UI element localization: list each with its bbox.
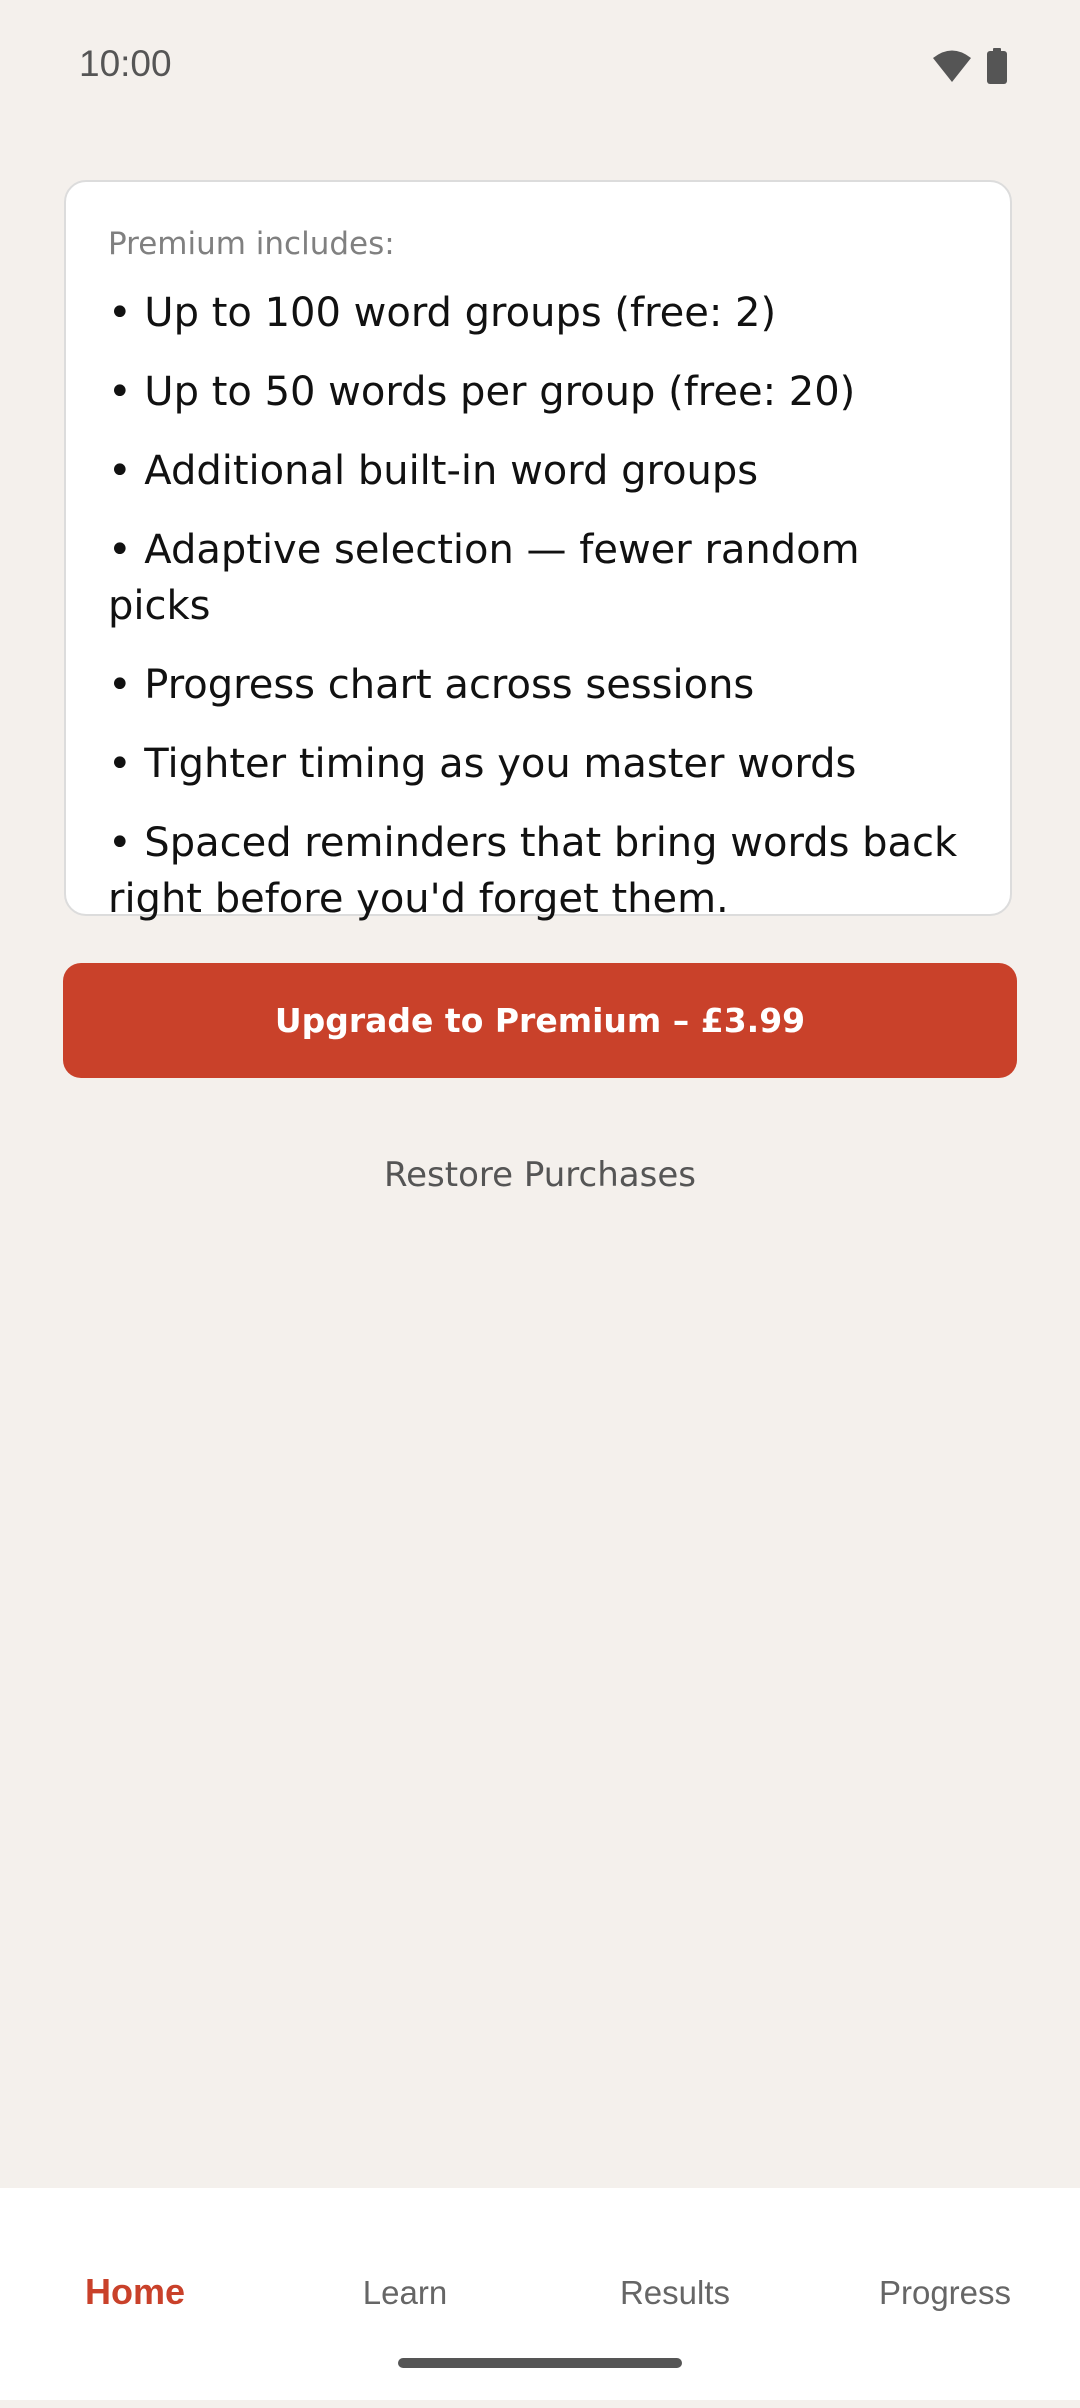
battery-icon bbox=[986, 48, 1008, 88]
status-time: 10:00 bbox=[79, 43, 172, 84]
tab-progress[interactable]: Progress bbox=[810, 2274, 1080, 2312]
feature-item: • Spaced reminders that bring words back… bbox=[108, 820, 958, 923]
feature-item: • Additional built-in word groups bbox=[108, 448, 759, 495]
premium-heading: Premium includes: bbox=[108, 226, 395, 262]
nav-tabs: Home Learn Results Progress bbox=[0, 2188, 1080, 2408]
tab-results[interactable]: Results bbox=[540, 2274, 810, 2312]
bottom-navigation: Home Learn Results Progress bbox=[0, 2188, 1080, 2400]
status-icons bbox=[932, 48, 1008, 88]
upgrade-premium-button[interactable]: Upgrade to Premium – £3.99 bbox=[63, 963, 1017, 1078]
home-indicator[interactable] bbox=[398, 2358, 682, 2368]
feature-item: • Adaptive selection — fewer random pick… bbox=[108, 527, 860, 630]
feature-item: • Up to 50 words per group (free: 20) bbox=[108, 369, 856, 416]
tab-learn[interactable]: Learn bbox=[270, 2274, 540, 2312]
feature-list: • Up to 100 word groups (free: 2) • Up t… bbox=[108, 285, 968, 927]
tab-home[interactable]: Home bbox=[0, 2271, 270, 2313]
feature-item: • Up to 100 word groups (free: 2) bbox=[108, 290, 777, 337]
restore-purchases-button[interactable]: Restore Purchases bbox=[0, 1155, 1080, 1195]
wifi-icon bbox=[932, 49, 972, 87]
premium-features-card: Premium includes: • Up to 100 word group… bbox=[64, 180, 1012, 922]
status-bar: 10:00 bbox=[0, 0, 1080, 135]
feature-item: • Progress chart across sessions bbox=[108, 662, 755, 709]
feature-item: • Tighter timing as you master words bbox=[108, 741, 857, 788]
